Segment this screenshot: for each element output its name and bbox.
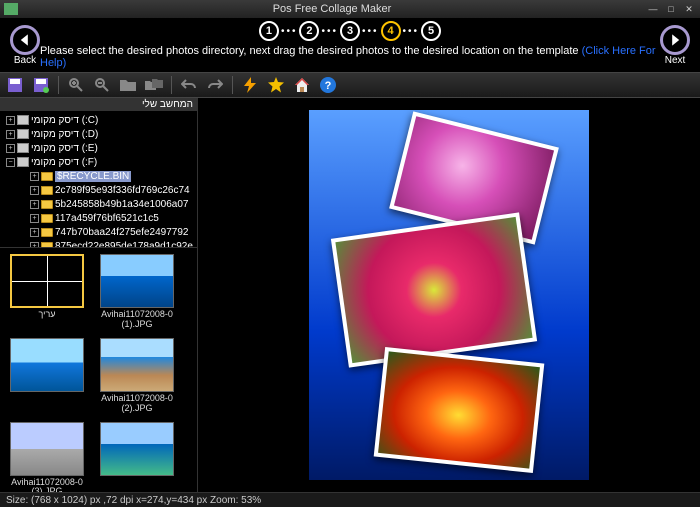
- zoom-out-button[interactable]: [93, 76, 111, 94]
- step-indicator: 1•••2•••3•••4•••5: [259, 21, 441, 41]
- status-bar: Size: (768 x 1024) px ,72 dpi x=274,y=43…: [0, 492, 700, 507]
- next-button[interactable]: Next: [660, 25, 690, 66]
- toolbar: ?: [0, 72, 700, 98]
- tree-folder[interactable]: +747b70baa24f275efe2497792: [2, 225, 195, 239]
- status-text: Size: (768 x 1024) px ,72 dpi x=274,y=43…: [6, 495, 261, 506]
- tree-folder[interactable]: +875ecd22e895de178a9d1c92e: [2, 239, 195, 248]
- redo-button[interactable]: [206, 76, 224, 94]
- thumbnail-label: עריך: [38, 310, 55, 320]
- left-panel: המחשב שלי +דיסק מקומי (:C)+דיסק מקומי (:…: [0, 98, 198, 492]
- maximize-button[interactable]: □: [664, 3, 678, 15]
- thumbnail-label: Avihai11072008-0 (2).JPG: [96, 394, 178, 414]
- titlebar: Pos Free Collage Maker — □ ✕: [0, 0, 700, 18]
- tree-drive[interactable]: +דיסק מקומי (:C): [2, 113, 195, 127]
- tree-folder[interactable]: +2c789f95e93f336fd769c26c74: [2, 183, 195, 197]
- thumbnail-label: Avihai11072008-0 (1).JPG: [96, 310, 178, 330]
- tree-folder[interactable]: +117a459f76bf6521c1c5: [2, 211, 195, 225]
- wizard-bar: Back 1•••2•••3•••4•••5 Please select the…: [0, 18, 700, 72]
- app-title: Pos Free Collage Maker: [18, 3, 646, 15]
- next-label: Next: [665, 55, 686, 66]
- step-3[interactable]: 3: [340, 21, 360, 41]
- back-button[interactable]: Back: [10, 25, 40, 66]
- thumbnail-item[interactable]: Avihai11072008-0 (3).JPG: [6, 422, 88, 492]
- save-button[interactable]: [6, 76, 24, 94]
- step-1[interactable]: 1: [259, 21, 279, 41]
- tree-folder[interactable]: +5b245858b49b1a34e1006a07: [2, 197, 195, 211]
- tree-drive[interactable]: +דיסק מקומי (:D): [2, 127, 195, 141]
- app-icon: [4, 3, 18, 15]
- thumbnail-item[interactable]: Avihai11072008-0 (2).JPG: [96, 338, 178, 414]
- thumbnail-label: Avihai11072008-0 (3).JPG: [6, 478, 88, 492]
- folder-tree[interactable]: המחשב שלי +דיסק מקומי (:C)+דיסק מקומי (:…: [0, 98, 197, 248]
- help-icon[interactable]: ?: [319, 76, 337, 94]
- thumbnail-item[interactable]: [96, 422, 178, 492]
- canvas-area[interactable]: [198, 98, 700, 492]
- tree-folder[interactable]: +$RECYCLE.BIN: [2, 169, 195, 183]
- star-icon[interactable]: [267, 76, 285, 94]
- thumbnail-item[interactable]: [6, 338, 88, 414]
- instruction-text: Please select the desired photos directo…: [40, 45, 660, 69]
- home-icon[interactable]: [293, 76, 311, 94]
- tree-drive[interactable]: +דיסק מקומי (:E): [2, 141, 195, 155]
- bolt-icon[interactable]: [241, 76, 259, 94]
- tree-header: המחשב שלי: [0, 98, 197, 111]
- folder-button[interactable]: [119, 76, 137, 94]
- collage-template[interactable]: [309, 110, 589, 480]
- undo-button[interactable]: [180, 76, 198, 94]
- zoom-in-button[interactable]: [67, 76, 85, 94]
- step-4[interactable]: 4: [381, 21, 401, 41]
- minimize-button[interactable]: —: [646, 3, 660, 15]
- tree-drive[interactable]: −דיסק מקומי (:F): [2, 155, 195, 169]
- back-label: Back: [14, 55, 36, 66]
- thumbnail-panel: עריך Avihai11072008-0 (1).JPG Avihai110720…: [0, 248, 197, 492]
- close-button[interactable]: ✕: [682, 3, 696, 15]
- thumbnail-item[interactable]: עריך: [6, 254, 88, 330]
- thumbnail-item[interactable]: Avihai11072008-0 (1).JPG: [96, 254, 178, 330]
- step-5[interactable]: 5: [421, 21, 441, 41]
- save-as-button[interactable]: [32, 76, 50, 94]
- folders-button[interactable]: [145, 76, 163, 94]
- svg-text:?: ?: [325, 80, 332, 92]
- step-2[interactable]: 2: [299, 21, 319, 41]
